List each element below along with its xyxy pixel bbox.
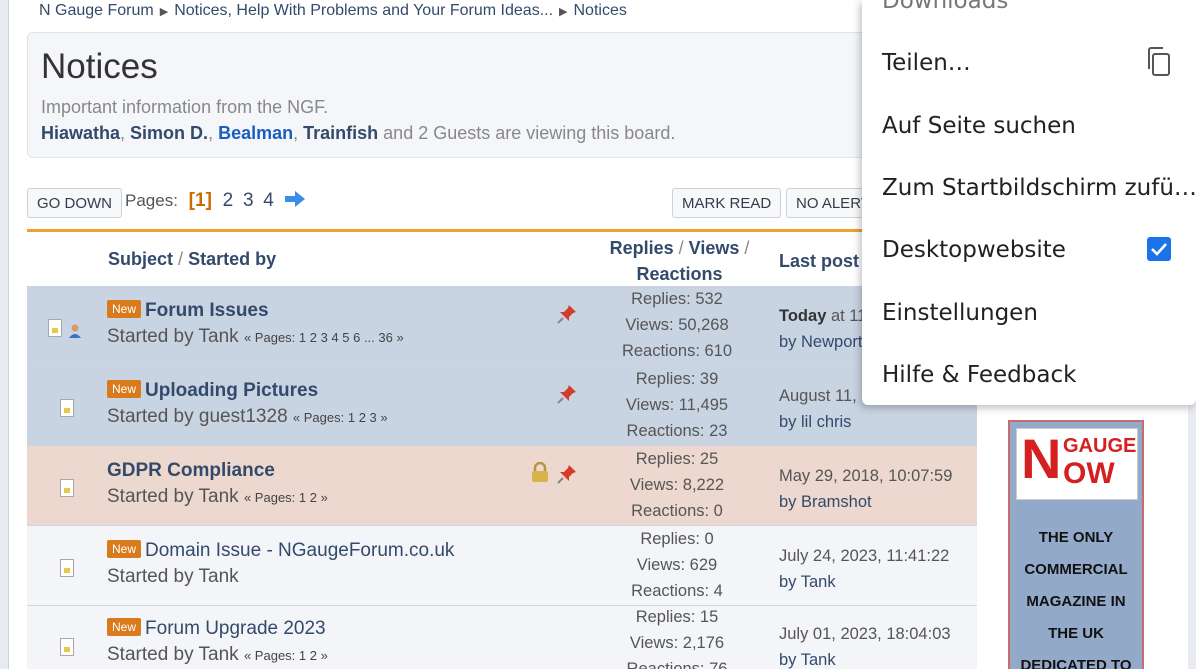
topic-stats: Replies: 15 Views: 2,176 Reactions: 76 <box>626 608 728 669</box>
last-post: July 01, 2023, 18:04:03 by Tank <box>779 625 951 669</box>
last-post: August 11, 2 by lil chris <box>779 387 871 431</box>
mark-read-button[interactable]: MARK READ <box>672 188 782 218</box>
breadcrumb-category[interactable]: Notices, Help With Problems and Your For… <box>174 2 553 19</box>
menu-item-help-feedback[interactable]: Hilfe & Feedback <box>882 362 1076 388</box>
guests-text: and 2 Guests are viewing this board. <box>383 123 676 143</box>
topic-starter: Started by Tank <box>107 566 239 587</box>
topic-icon <box>60 559 74 577</box>
topic-starter: Started by Tank « Pages: 1 2 » <box>107 644 328 665</box>
topic-stats: Replies: 0 Views: 629 Reactions: 4 <box>631 530 723 600</box>
copy-icon[interactable] <box>1145 47 1171 77</box>
topic-icon <box>60 399 74 417</box>
new-badge: New <box>107 380 142 398</box>
current-page: [1] <box>188 190 212 211</box>
pages-label: Pages: <box>125 191 178 210</box>
browser-context-menu: Downloads Teilen… Auf Seite suchen Zum S… <box>862 0 1196 405</box>
page-link[interactable]: 3 <box>243 190 254 211</box>
topic-starter: Started by guest1328 « Pages: 1 2 3 » <box>107 406 388 427</box>
topic-icon <box>48 319 62 337</box>
pin-icon <box>557 465 576 484</box>
breadcrumb: N Gauge Forum ▶ Notices, Help With Problem… <box>39 2 627 20</box>
board-header: Notices Important information from the N… <box>27 32 977 158</box>
menu-item-share[interactable]: Teilen… <box>882 50 971 76</box>
new-badge: New <box>107 300 142 318</box>
board-viewers: Hiawatha, Simon D., Bealman, Trainfish a… <box>41 123 676 143</box>
topic-pages[interactable]: « Pages: 1 2 » <box>244 490 328 505</box>
topic-table-header: Subject / Started by Replies / Views / Re… <box>27 229 977 286</box>
breadcrumb-home[interactable]: N Gauge Forum <box>39 2 154 19</box>
viewer-link[interactable]: Simon D. <box>130 123 208 143</box>
topic-title[interactable]: New Forum Issues <box>107 300 269 322</box>
menu-item-downloads[interactable]: Downloads <box>882 0 1008 14</box>
menu-item-add-to-home[interactable]: Zum Startbildschirm zufü… <box>882 175 1196 201</box>
table-row: New Uploading Pictures Started by guest13… <box>27 366 977 446</box>
topic-starter: Started by Tank « Pages: 1 2 » <box>107 486 328 507</box>
topic-title[interactable]: New Forum Upgrade 2023 <box>107 618 326 640</box>
advertisement-banner[interactable]: N GAUGE OW THE ONLY COMMERCIAL MAGAZINE IN… <box>1008 420 1144 669</box>
table-row: New Forum Issues Started by Tank « Pages:… <box>27 286 977 366</box>
last-post-header[interactable]: Last post <box>779 251 859 272</box>
go-down-button[interactable]: GO DOWN <box>27 188 122 218</box>
menu-item-find-in-page[interactable]: Auf Seite suchen <box>882 113 1076 139</box>
next-page-arrow-icon[interactable] <box>284 191 306 212</box>
last-post: May 29, 2018, 10:07:59 by Bramshot <box>779 467 953 511</box>
lock-icon <box>532 462 548 482</box>
table-row: New Domain Issue - NGaugeForum.co.uk Star… <box>27 526 977 606</box>
topic-icon <box>60 638 74 656</box>
topic-starter: Started by Tank « Pages: 1 2 3 4 5 6 ...… <box>107 326 404 347</box>
menu-item-desktop-site[interactable]: Desktopwebsite <box>882 237 1066 263</box>
user-posted-icon <box>69 324 81 338</box>
viewer-link[interactable]: Hiawatha <box>41 123 120 143</box>
last-post: July 24, 2023, 11:41:22 by Tank <box>779 547 950 591</box>
topic-pages[interactable]: « Pages: 1 2 3 » <box>293 410 388 425</box>
new-badge: New <box>107 618 142 636</box>
topic-stats: Replies: 39 Views: 11,495 Reactions: 23 <box>625 370 729 440</box>
desktop-site-checkbox[interactable] <box>1147 237 1171 261</box>
magazine-logo: N GAUGE OW <box>1016 428 1138 500</box>
page-title: Notices <box>41 47 158 86</box>
ad-text: THE ONLY COMMERCIAL MAGAZINE IN THE UK DEDIC… <box>1020 529 1132 669</box>
table-row: GDPR Compliance Started by Tank « Pages:… <box>27 446 977 526</box>
pin-icon <box>557 305 576 324</box>
menu-item-settings[interactable]: Einstellungen <box>882 300 1038 326</box>
pin-icon <box>557 385 576 404</box>
topic-pages[interactable]: « Pages: 1 2 » <box>244 648 328 663</box>
topic-title[interactable]: GDPR Compliance <box>107 460 275 482</box>
table-row: New Forum Upgrade 2023 Started by Tank « … <box>27 606 977 669</box>
breadcrumb-separator: ▶ <box>159 5 169 18</box>
topic-pages[interactable]: « Pages: 1 2 3 4 5 6 ... 36 » <box>244 330 404 345</box>
topic-title[interactable]: New Domain Issue - NGaugeForum.co.uk <box>107 540 454 562</box>
pagination: Pages: [1] 2 3 4 <box>125 190 306 212</box>
topic-stats: Replies: 532 Views: 50,268 Reactions: 610 <box>621 290 733 360</box>
page-link[interactable]: 4 <box>263 190 274 211</box>
board-description: Important information from the NGF. <box>41 97 329 117</box>
viewer-link[interactable]: Bealman <box>218 123 293 143</box>
topic-icon <box>60 479 74 497</box>
breadcrumb-separator: ▶ <box>559 5 568 18</box>
topic-stats: Replies: 25 Views: 8,222 Reactions: 0 <box>629 450 725 520</box>
stats-header[interactable]: Replies / Views / Reactions <box>597 235 762 287</box>
subject-header[interactable]: Subject / Started by <box>108 249 276 270</box>
new-badge: New <box>107 540 142 558</box>
breadcrumb-current[interactable]: Notices <box>574 2 627 19</box>
page-link[interactable]: 2 <box>223 190 234 211</box>
checkmark-icon <box>1151 243 1167 256</box>
last-post: Today at 11 by Newport <box>779 307 867 351</box>
topic-title[interactable]: New Uploading Pictures <box>107 380 318 402</box>
viewer-link[interactable]: Trainfish <box>303 123 378 143</box>
